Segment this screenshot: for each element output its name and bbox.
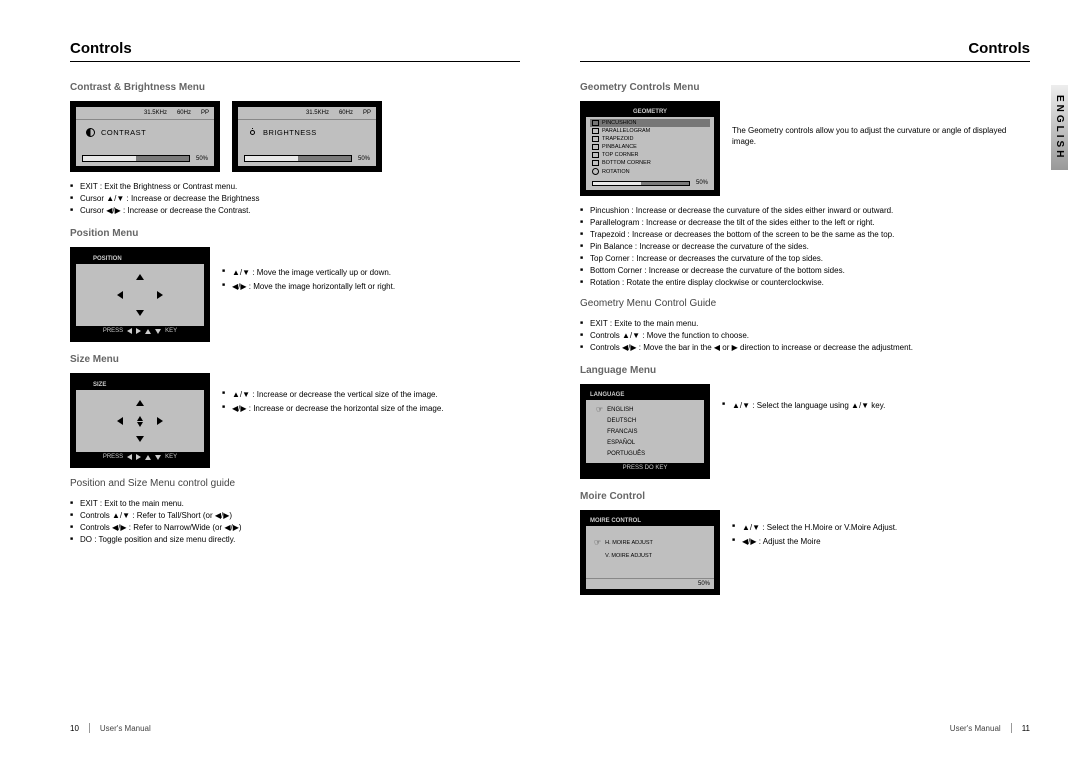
osd-contrast: 31.5KHz 60Hz PP CONTRAST 50% (70, 101, 220, 172)
osd-moire: MOIRE CONTROL H. MOIRE ADJUST V. MOIRE A… (580, 510, 720, 595)
arrow-down-icon (136, 310, 144, 316)
pointer-icon (596, 405, 603, 414)
right-page: Controls Geometry Controls Menu GEOMETRY… (580, 40, 1030, 595)
english-tab: ENGLISH (1051, 85, 1068, 170)
pos-size-guide-title: Position and Size Menu control guide (70, 478, 520, 489)
size-icon (80, 381, 89, 388)
geometry-notes: Pincushion : Increase or decrease the cu… (580, 204, 1030, 288)
brightness-label: BRIGHTNESS (263, 128, 317, 137)
refresh-text: 60Hz (177, 110, 191, 116)
freq-text: 31.5KHz (144, 110, 167, 116)
moire-title: Moire Control (580, 491, 1030, 502)
left-page: Controls Contrast & Brightness Menu 31.5… (70, 40, 520, 595)
geometry-desc: The Geometry controls allow you to adjus… (732, 101, 1030, 147)
geometry-title: Geometry Controls Menu (580, 82, 1030, 93)
size-title: Size Menu (70, 354, 520, 365)
mode-text: PP (201, 110, 209, 116)
osd-brightness: 31.5KHz 60Hz PP BRIGHTNESS 50% (232, 101, 382, 172)
page-header-right: Controls (580, 40, 1030, 62)
osd-position: POSITION PRESS KEY (70, 247, 210, 342)
footer-left: 10 User's Manual (70, 723, 151, 733)
contrast-label: CONTRAST (101, 128, 146, 137)
contrast-brightness-title: Contrast & Brightness Menu (70, 82, 520, 93)
pos-size-guide-notes: EXIT : Exit to the main menu. Controls ▲… (70, 497, 520, 545)
contrast-pct: 50% (192, 156, 208, 162)
contrast-icon (86, 128, 95, 137)
language-title: Language Menu (580, 365, 1030, 376)
pointer-icon (594, 538, 601, 547)
brightness-icon (248, 128, 257, 137)
brightness-pct: 50% (354, 156, 370, 162)
position-icon (80, 255, 89, 262)
geometry-guide-notes: EXIT : Exite to the main menu. Controls … (580, 317, 1030, 353)
arrow-up-icon (136, 274, 144, 280)
geometry-guide-title: Geometry Menu Control Guide (580, 298, 1030, 309)
osd-language: LANGUAGE ENGLISH DEUTSCH FRANCAIS ESPAÑO… (580, 384, 710, 479)
arrow-right-icon (157, 291, 163, 299)
footer-right: User's Manual 11 (950, 723, 1030, 733)
position-title: Position Menu (70, 228, 520, 239)
osd-geometry: GEOMETRY PINCUSHION PARALLELOGRAM TRAPEZ… (580, 101, 720, 196)
page-header-left: Controls (70, 40, 520, 62)
osd-size: SIZE PRESS KEY (70, 373, 210, 468)
arrow-left-icon (117, 291, 123, 299)
contrast-notes: EXIT : Exit the Brightness or Contrast m… (70, 180, 520, 216)
